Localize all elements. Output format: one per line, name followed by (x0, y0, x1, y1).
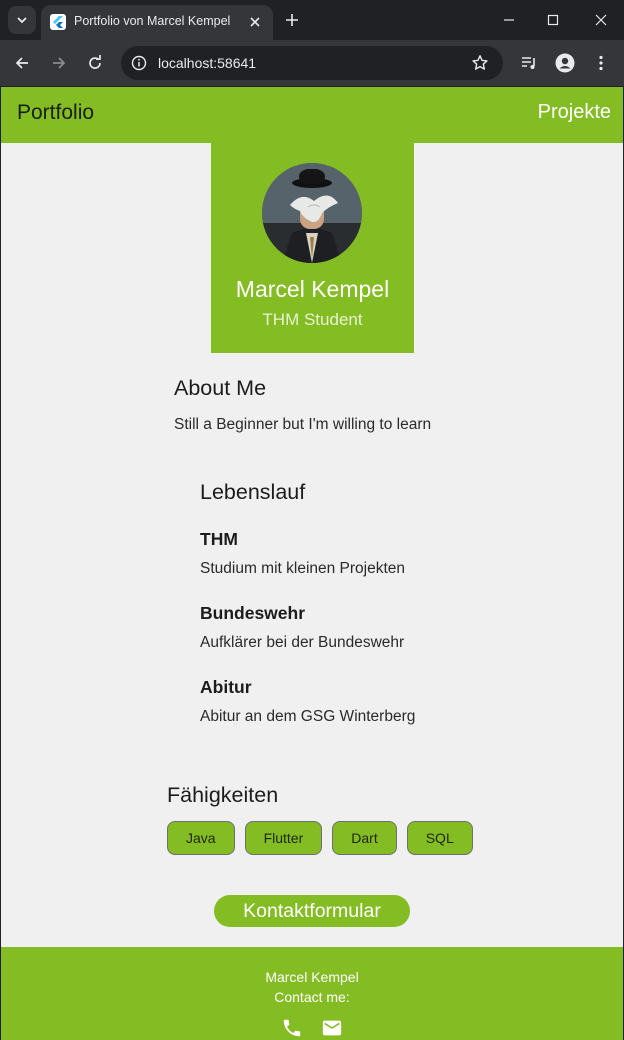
browser-tab[interactable]: Portfolio von Marcel Kempel (41, 5, 273, 40)
profile-subtitle: THM Student (262, 310, 363, 329)
about-title: About Me (174, 376, 267, 400)
projects-link[interactable]: Projekte (538, 101, 611, 124)
skills-list: Java Flutter Dart SQL (167, 821, 473, 855)
cv-item-description: Studium mit kleinen Projekten (200, 560, 406, 577)
forward-icon[interactable] (49, 53, 69, 73)
media-control-icon[interactable] (519, 53, 539, 73)
window-border-left (0, 86, 1, 1040)
footer-name: Marcel Kempel (265, 969, 359, 985)
phone-icon[interactable] (281, 1017, 303, 1039)
skill-chip-sql[interactable]: SQL (406, 821, 473, 855)
tab-title: Portfolio von Marcel Kempel (74, 14, 231, 28)
avatar (262, 163, 362, 263)
cv-item-title: Bundeswehr (200, 603, 306, 623)
maximize-icon[interactable] (543, 10, 563, 30)
tab-search-button[interactable] (8, 6, 36, 34)
app-bar: Portfolio Projekte (1, 87, 623, 143)
chevron-down-icon (17, 17, 27, 24)
footer: Marcel Kempel Contact me: (1, 947, 623, 1040)
browser-toolbar: localhost:58641 (0, 40, 624, 86)
cv-item-title: Abitur (200, 677, 252, 697)
minimize-icon[interactable] (499, 10, 519, 30)
reload-icon[interactable] (85, 53, 105, 73)
contact-form-button[interactable]: Kontaktformular (214, 895, 410, 927)
more-menu-icon[interactable] (591, 53, 611, 73)
browser-tab-bar: Portfolio von Marcel Kempel (0, 0, 624, 40)
cv-title: Lebenslauf (200, 480, 306, 504)
cv-item: Bundeswehr Aufklärer bei der Bundeswehr (200, 603, 404, 652)
cv-item-description: Abitur an dem GSG Winterberg (200, 708, 416, 725)
skill-chip-flutter[interactable]: Flutter (244, 821, 323, 855)
cv-item: Abitur Abitur an dem GSG Winterberg (200, 677, 415, 726)
cv-item: THM Studium mit kleinen Projekten (200, 529, 405, 578)
cv-item-description: Aufklärer bei der Bundeswehr (200, 634, 405, 651)
app-title: Portfolio (17, 101, 95, 124)
mail-icon[interactable] (321, 1017, 343, 1039)
new-tab-icon[interactable] (282, 10, 302, 30)
close-tab-icon[interactable] (245, 12, 265, 32)
page-content: Marcel Kempel THM Student About Me Still… (1, 143, 623, 947)
skills-title: Fähigkeiten (167, 783, 279, 807)
flutter-favicon-icon (50, 14, 66, 30)
back-icon[interactable] (12, 53, 32, 73)
about-text: Still a Beginner but I'm willing to lear… (174, 416, 432, 433)
footer-icons (1, 1017, 623, 1039)
skill-chip-dart[interactable]: Dart (332, 821, 397, 855)
footer-contact-label: Contact me: (274, 989, 350, 1005)
cv-item-title: THM (200, 529, 238, 549)
close-window-icon[interactable] (591, 10, 611, 30)
url-text: localhost:58641 (158, 55, 257, 71)
profile-avatar-icon[interactable] (555, 53, 575, 73)
site-info-icon[interactable] (131, 55, 147, 71)
profile-card: Marcel Kempel THM Student (211, 143, 414, 353)
profile-name: Marcel Kempel (235, 276, 390, 302)
skill-chip-java[interactable]: Java (167, 821, 235, 855)
address-bar[interactable]: localhost:58641 (121, 46, 503, 80)
bookmark-star-icon[interactable] (471, 54, 489, 72)
